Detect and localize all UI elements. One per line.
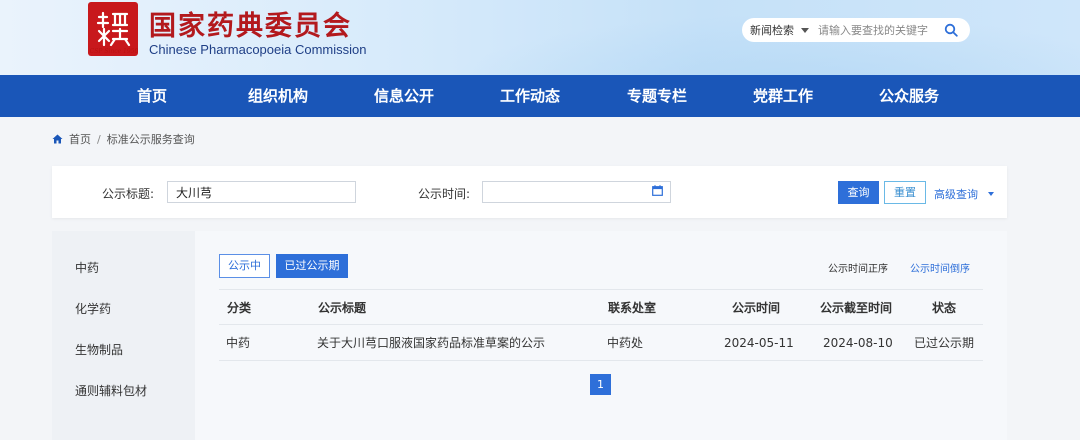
breadcrumb-separator: /: [97, 132, 101, 146]
title-filter-input[interactable]: [167, 181, 356, 203]
advanced-query-label: 高级查询: [934, 188, 978, 201]
cell-category: 中药: [226, 336, 251, 350]
breadcrumb: 首页 / 标准公示服务查询: [52, 131, 195, 147]
search-icon: [944, 23, 958, 37]
filter-panel: 公示标题: 公示时间: 查询 重置 高级查询: [52, 166, 1007, 218]
nav-item-organization[interactable]: 组织机构: [248, 75, 308, 117]
results-table: 分类 公示标题 联系处室 公示时间 公示截至时间 状态 中药 关于大川芎口服液国…: [219, 289, 983, 361]
site-subtitle: Chinese Pharmacopoeia Commission: [149, 42, 367, 57]
cell-title-link[interactable]: 关于大川芎口服液国家药品标准草案的公示: [317, 325, 545, 361]
category-sidebar: 中药 化学药 生物制品 通则辅料包材: [52, 231, 195, 440]
search-input[interactable]: [814, 20, 938, 40]
column-header-category: 分类: [227, 301, 252, 315]
search-button[interactable]: [938, 19, 964, 41]
cell-department: 中药处: [607, 336, 644, 350]
tab-in-publicity[interactable]: 公示中: [219, 254, 270, 278]
site-title: 国家药典委员会: [149, 11, 352, 42]
sidebar-item-tcm[interactable]: 中药: [75, 259, 99, 276]
table-row[interactable]: 中药 关于大川芎口服液国家药品标准草案的公示 中药处 2024-05-11 20…: [219, 325, 983, 361]
tab-past-publicity[interactable]: 已过公示期: [276, 254, 348, 278]
sort-time-desc[interactable]: 公示时间倒序: [910, 260, 970, 275]
results-panel: 公示中 已过公示期 公示时间正序 公示时间倒序 分类 公示标题 联系处室 公示时…: [195, 231, 1007, 440]
nav-item-info-disclosure[interactable]: 信息公开: [374, 75, 434, 117]
advanced-query-toggle[interactable]: 高级查询: [934, 186, 994, 202]
content-area: 中药 化学药 生物制品 通则辅料包材 公示中 已过公示期 公示时间正序 公示时间…: [52, 231, 1007, 440]
nav-item-topics[interactable]: 专题专栏: [627, 75, 687, 117]
sidebar-item-biologics[interactable]: 生物制品: [75, 341, 123, 358]
nav-item-public-service[interactable]: 公众服务: [879, 75, 939, 117]
breadcrumb-current: 标准公示服务查询: [106, 133, 195, 146]
reset-button[interactable]: 重置: [884, 181, 926, 204]
main-nav: 首页 组织机构 信息公开 工作动态 专题专栏 党群工作 公众服务: [0, 75, 1080, 117]
time-filter-label: 公示时间:: [418, 187, 471, 201]
sidebar-item-chemical-drugs[interactable]: 化学药: [75, 300, 111, 317]
nav-item-home[interactable]: 首页: [137, 75, 167, 117]
calendar-icon[interactable]: [652, 185, 663, 196]
pagination-page-1[interactable]: 1: [590, 374, 611, 395]
breadcrumb-home[interactable]: 首页: [69, 131, 91, 147]
column-header-end-date: 公示截至时间: [820, 301, 893, 315]
table-header-row: 分类 公示标题 联系处室 公示时间 公示截至时间 状态: [219, 289, 983, 325]
time-filter-input[interactable]: [482, 181, 671, 203]
sort-time-asc[interactable]: 公示时间正序: [828, 260, 888, 275]
header-background-wave: [380, 0, 1080, 75]
logo-seal-caption: CSP Since 1950: [89, 48, 139, 55]
site-header: CSP Since 1950 国家药典委员会 Chinese Pharmacop…: [0, 0, 1080, 75]
search-type-label: 新闻检索: [750, 24, 794, 37]
cell-publish-date: 2024-05-11: [724, 336, 794, 350]
column-header-status: 状态: [932, 301, 957, 315]
cell-status: 已过公示期: [914, 336, 975, 350]
column-header-publish-date: 公示时间: [732, 301, 781, 315]
home-icon[interactable]: [52, 134, 63, 144]
search-type-select[interactable]: 新闻检索: [742, 22, 814, 38]
column-header-title: 公示标题: [318, 301, 367, 315]
nav-item-work-news[interactable]: 工作动态: [500, 75, 560, 117]
query-button[interactable]: 查询: [838, 181, 879, 204]
cell-end-date: 2024-08-10: [823, 336, 893, 350]
header-search: 新闻检索: [742, 18, 970, 42]
title-filter-label: 公示标题:: [102, 187, 155, 201]
nav-item-party-work[interactable]: 党群工作: [753, 75, 813, 117]
chevron-down-icon: [801, 27, 809, 33]
sidebar-item-general-excipients[interactable]: 通则辅料包材: [75, 382, 147, 399]
column-header-department: 联系处室: [608, 301, 657, 315]
chevron-down-icon: [988, 192, 994, 196]
